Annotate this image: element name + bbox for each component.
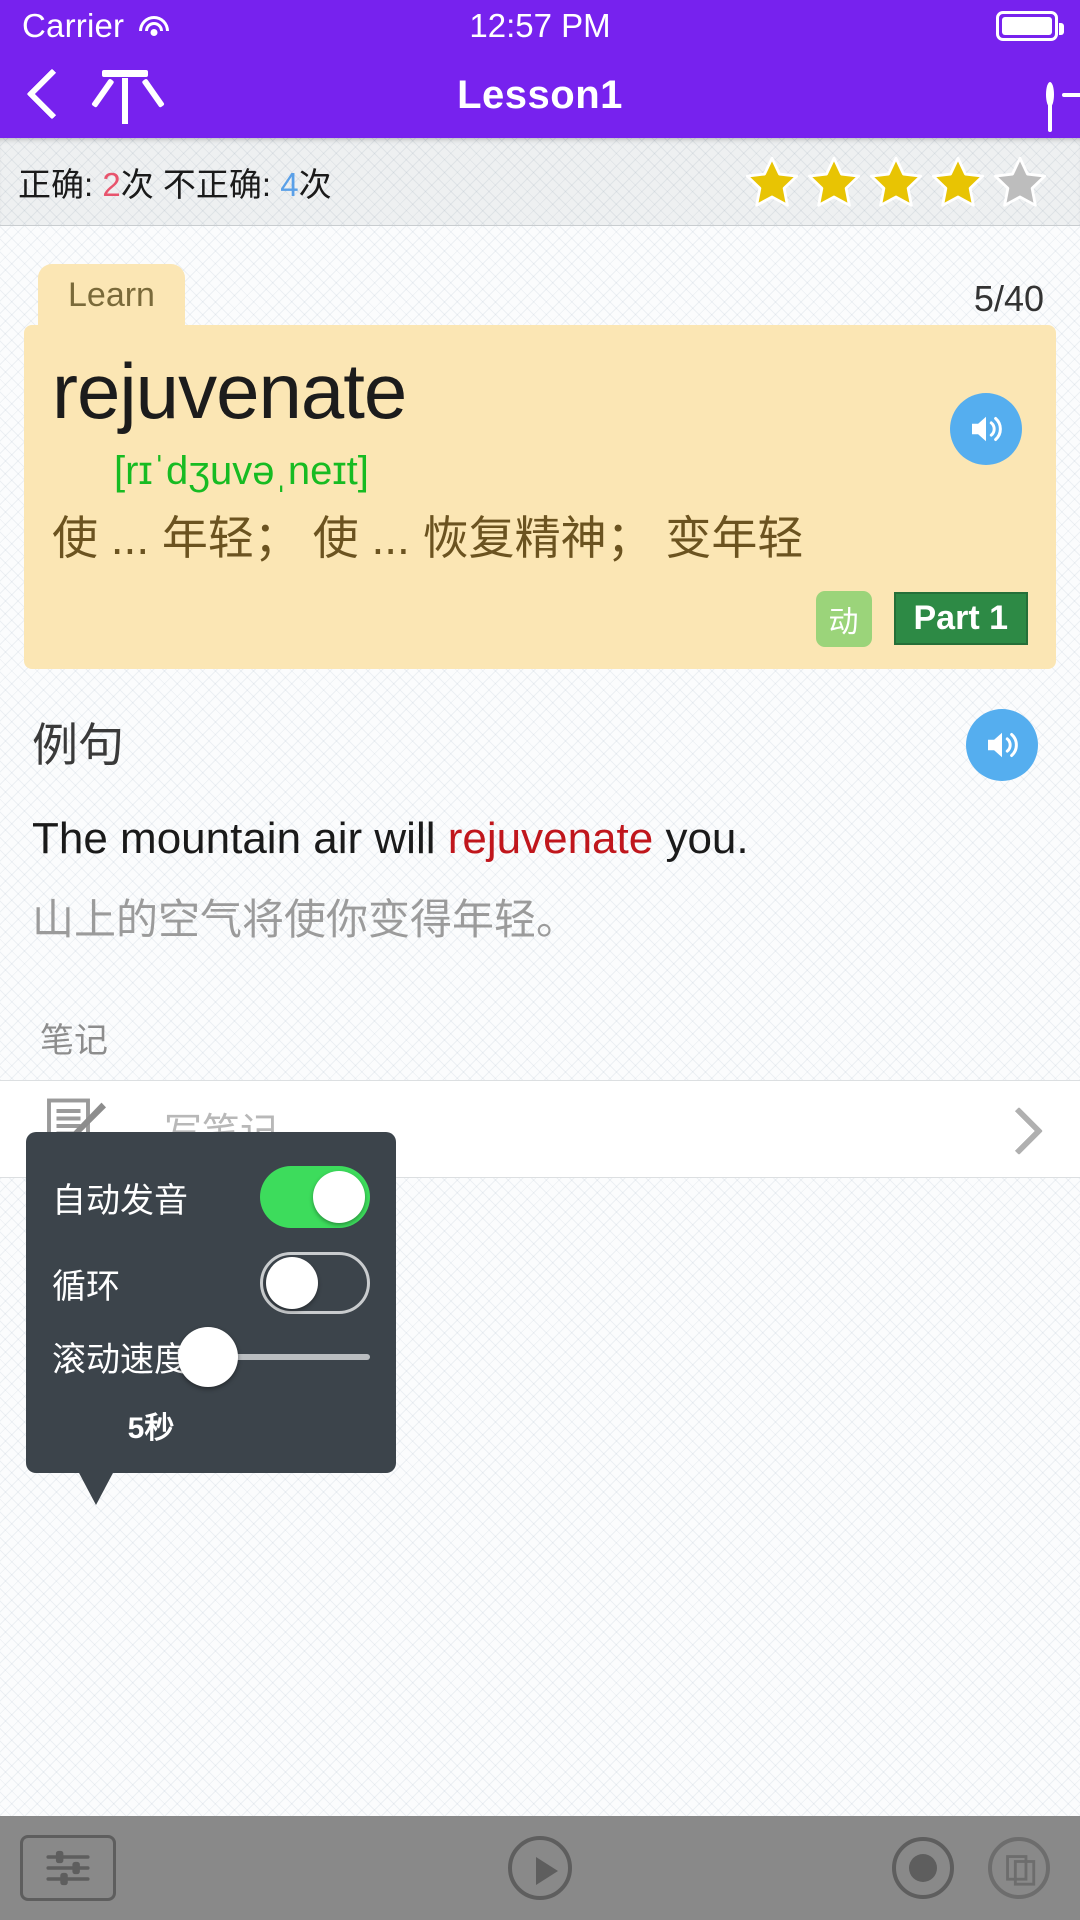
example-title: 例句 [32,718,124,771]
sentence-after: you. [653,813,749,863]
card-counter: 5/40 [973,278,1044,319]
star-filled-icon[interactable] [868,154,924,210]
setting-row-scroll-speed[interactable]: 滚动速度 [26,1326,396,1387]
cards-button[interactable] [988,1837,1050,1899]
definition-text: 使 ... 年轻； 使 ... 恢复精神； 变年轻 [52,511,804,564]
star-filled-icon[interactable] [930,154,986,210]
speaker-icon [972,416,1002,442]
slider-handle[interactable] [178,1326,238,1387]
word-text: rejuvenate [52,347,407,435]
example-sentence: The mountain air will rejuvenate you. [32,811,1048,866]
setting-label-scroll-speed: 滚动速度 [52,1341,188,1379]
chevron-right-icon[interactable] [1002,1105,1030,1153]
star-rating[interactable] [744,154,1062,210]
sliders-icon [46,1850,90,1886]
scroll-speed-value: 5秒 [127,1412,175,1445]
correct-label: 正确: [18,165,103,203]
wifi-icon [138,14,170,38]
answer-stats: 正确: 2次 不正确: 4次 [18,158,332,206]
star-filled-icon[interactable] [806,154,862,210]
star-filled-icon[interactable] [744,154,800,210]
plus-circle-icon[interactable] [1046,82,1054,107]
correct-unit: 次 [120,165,154,203]
tab-learn[interactable]: Learn [38,264,185,329]
setting-row-loop[interactable]: 循环 [26,1240,396,1326]
back-chevron-icon[interactable] [26,69,60,121]
play-icon [508,1836,572,1900]
nav-left-group [26,66,165,124]
setting-label-auto-pronounce: 自动发音 [52,1181,188,1220]
nav-right-group [1046,82,1054,107]
toggle-loop[interactable] [260,1252,370,1314]
toggle-auto-pronounce[interactable] [260,1166,370,1228]
record-icon [909,1854,937,1882]
bottom-toolbar [0,1816,1080,1920]
phonetic-text: [rɪˈdʒuvəˌneɪt] [114,448,369,493]
copy-cards-icon [1006,1855,1036,1886]
toolbar-right-group [892,1837,1050,1899]
lesson-content: Learn 5/40 rejuvenate [rɪˈdʒuvəˌneɪt] 使 … [0,226,1080,1920]
correct-count: 2 [102,165,121,203]
notes-section-label: 笔记 [40,1021,108,1060]
battery-full-icon [996,11,1064,41]
incorrect-label: 不正确: [153,165,281,203]
scroll-speed-slider[interactable] [178,1326,370,1387]
star-empty-icon[interactable] [992,154,1048,210]
speaker-icon [988,732,1018,757]
card-badges: 动 Part 1 [52,590,1028,647]
example-speaker-button[interactable] [966,708,1038,781]
setting-row-auto-pronounce[interactable]: 自动发音 [26,1154,396,1240]
navigation-bar: Lesson1 [0,52,1080,138]
setting-label-loop: 循环 [52,1267,120,1306]
incorrect-unit: 次 [298,165,332,203]
example-section: 例句 The mountain air will rejuvenate you.… [0,669,1080,947]
play-button[interactable] [508,1836,572,1900]
pos-badge: 动 [815,590,872,647]
part-badge: Part 1 [893,592,1028,646]
page-title: Lesson1 [457,72,623,117]
sentence-highlight: rejuvenate [447,813,654,863]
status-bar-right [996,11,1064,41]
incorrect-count: 4 [280,165,299,203]
carrier-label: Carrier [22,7,125,44]
status-bar: Carrier 12:57 PM [0,0,1080,52]
settings-popover: 自动发音 循环 滚动速度 5秒 [26,1132,396,1505]
word-card-wrapper: Learn 5/40 rejuvenate [rɪˈdʒuvəˌneɪt] 使 … [0,226,1080,669]
record-button[interactable] [892,1837,954,1899]
sentence-before: The mountain air will [32,813,448,863]
example-translation: 山上的空气将使你变得年轻。 [32,895,579,943]
settings-button[interactable] [20,1835,116,1901]
word-card: rejuvenate [rɪˈdʒuvəˌneɪt] 使 ... 年轻； 使 .… [24,325,1056,669]
stats-bar: 正确: 2次 不正确: 4次 [0,138,1080,226]
arrow-to-top-icon[interactable] [91,66,165,124]
status-bar-left: Carrier [22,7,170,45]
word-speaker-button[interactable] [950,393,1022,465]
